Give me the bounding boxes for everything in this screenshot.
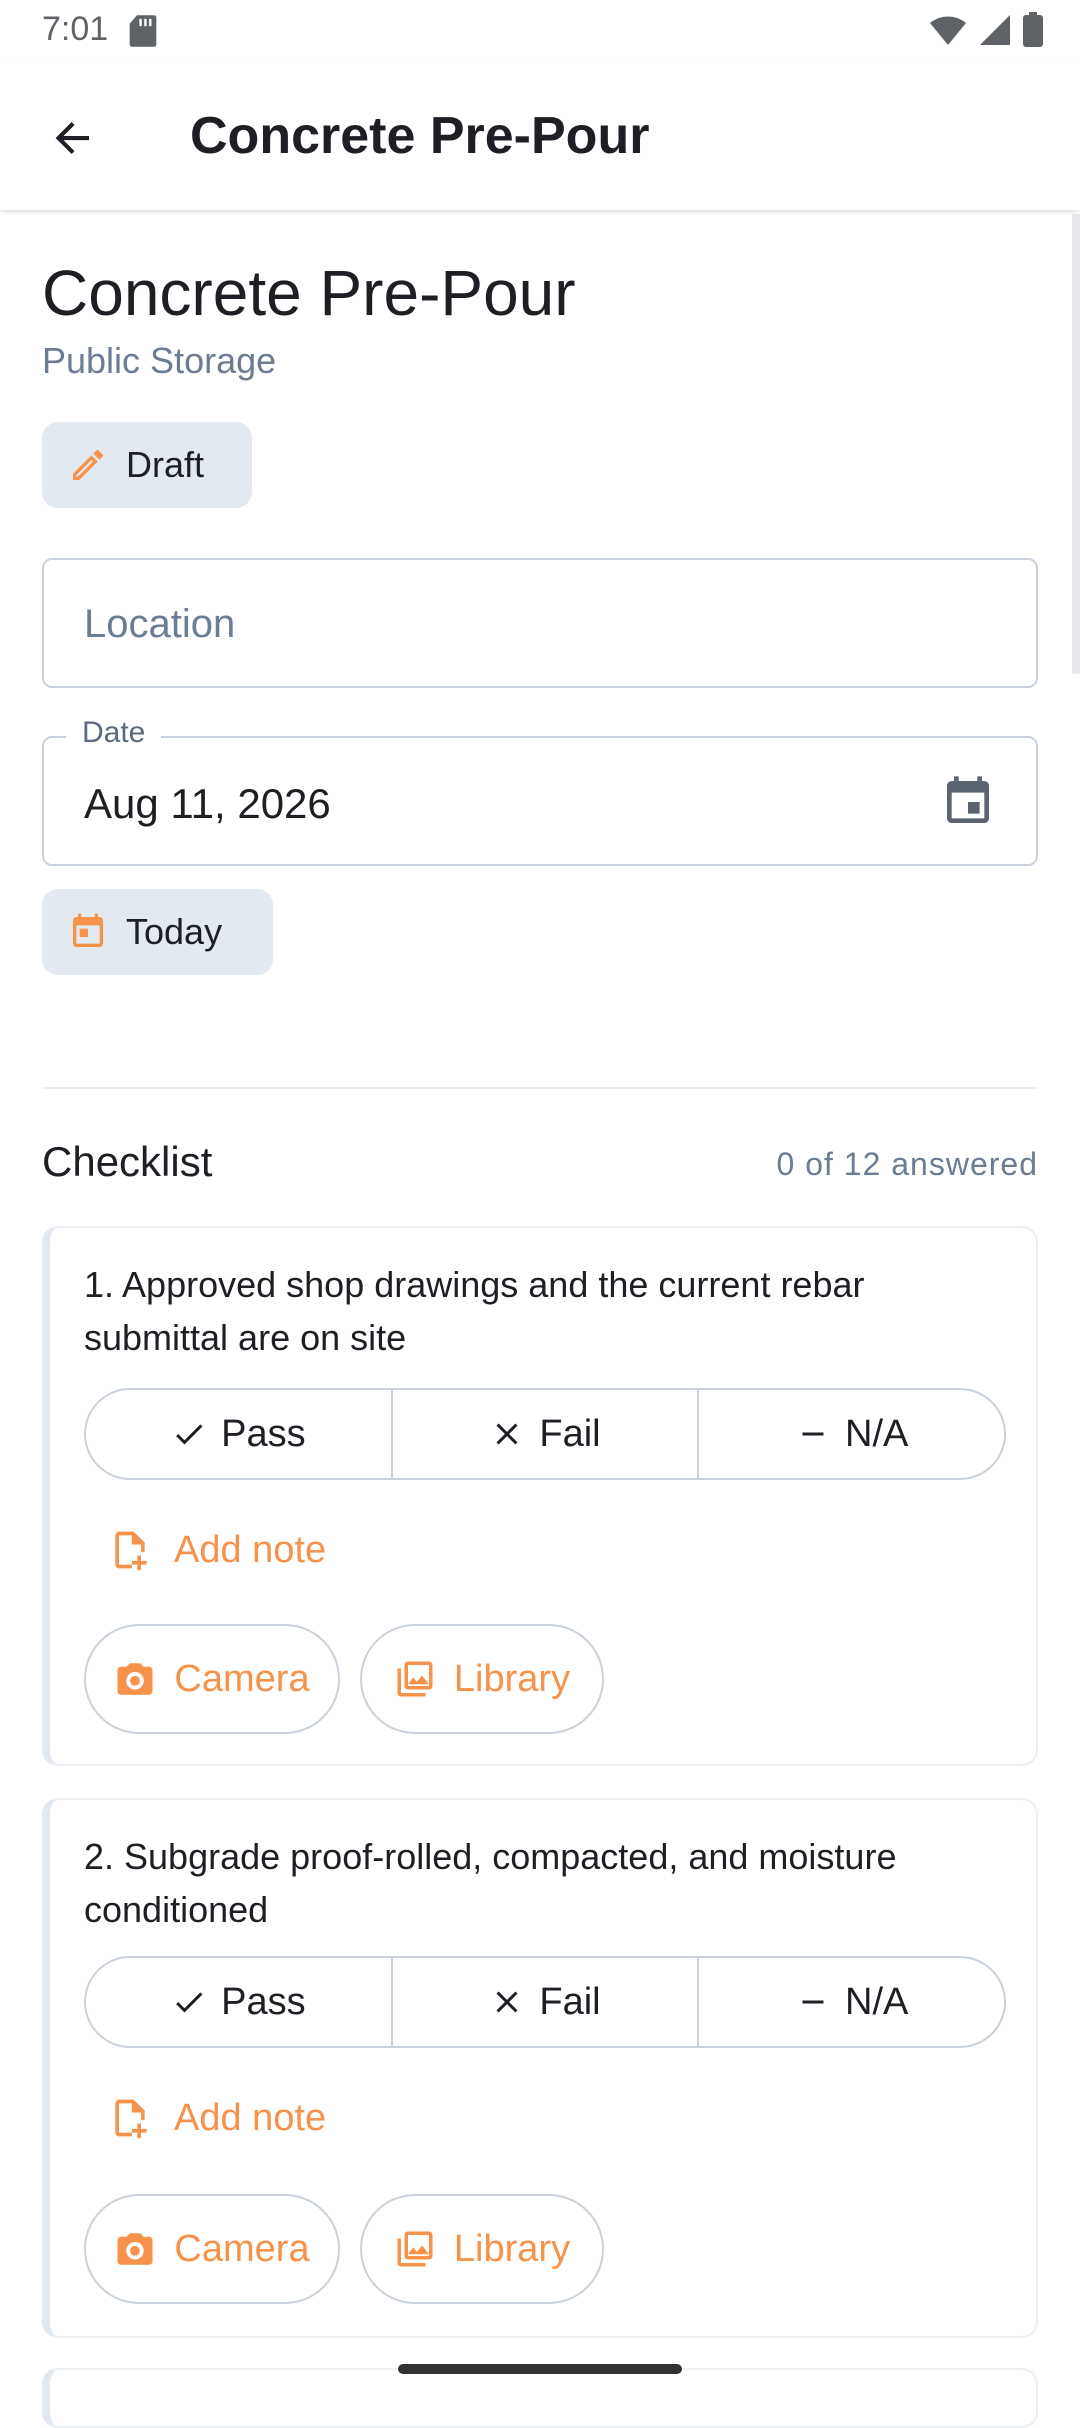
checklist-progress: 0 of 12 answered bbox=[776, 1146, 1038, 1182]
battery-icon bbox=[1023, 12, 1043, 47]
status-badge[interactable]: Draft bbox=[42, 422, 252, 508]
pass-button[interactable]: Pass bbox=[86, 1390, 393, 1478]
library-button[interactable]: Library bbox=[360, 2194, 604, 2304]
checklist-item: 2. Subgrade proof-rolled, compacted, and… bbox=[42, 1798, 1038, 2338]
app-bar-title: Concrete Pre-Pour bbox=[190, 107, 650, 165]
today-button-label: Today bbox=[126, 911, 223, 952]
answer-toggle-group: Pass Fail N/A bbox=[84, 1956, 1006, 2048]
checklist-question: 2. Subgrade proof-rolled, compacted, and… bbox=[84, 1836, 897, 1930]
na-button[interactable]: N/A bbox=[699, 1390, 1004, 1478]
location-placeholder: Location bbox=[84, 602, 236, 646]
page-title: Concrete Pre-Pour bbox=[42, 257, 576, 329]
checklist-question: 1. Approved shop drawings and the curren… bbox=[84, 1264, 865, 1358]
today-button[interactable]: Today bbox=[42, 889, 273, 975]
status-badge-label: Draft bbox=[126, 444, 205, 485]
fail-button[interactable]: Fail bbox=[393, 1958, 700, 2046]
status-time: 7:01 bbox=[42, 10, 109, 48]
camera-label: Camera bbox=[174, 2227, 310, 2270]
app-bar: Concrete Pre-Pour bbox=[0, 64, 1080, 210]
date-value: Aug 11, 2026 bbox=[84, 780, 331, 827]
checklist-title: Checklist bbox=[42, 1138, 213, 1185]
date-label: Date bbox=[66, 716, 162, 750]
project-name: Public Storage bbox=[42, 340, 277, 381]
fail-label: Fail bbox=[539, 1412, 601, 1455]
back-button[interactable] bbox=[40, 105, 106, 171]
minus-icon bbox=[802, 1432, 824, 1436]
close-icon bbox=[496, 1423, 518, 1445]
na-label: N/A bbox=[845, 1412, 909, 1455]
pass-label: Pass bbox=[221, 1980, 306, 2023]
add-note-label: Add note bbox=[174, 1528, 327, 1571]
check-icon bbox=[176, 1992, 203, 2013]
library-label: Library bbox=[453, 2227, 571, 2270]
pencil-icon bbox=[73, 449, 104, 480]
answer-toggle-group: Pass Fail N/A bbox=[84, 1388, 1006, 1480]
camera-icon bbox=[117, 1663, 153, 1695]
camera-label: Camera bbox=[174, 1657, 310, 1700]
camera-button[interactable]: Camera bbox=[84, 1624, 340, 1734]
sd-card-icon bbox=[129, 15, 157, 47]
note-add-icon bbox=[115, 1531, 147, 1571]
wifi-icon bbox=[930, 16, 966, 45]
note-add-icon bbox=[115, 2099, 147, 2139]
date-field[interactable]: Date Aug 11, 2026 bbox=[42, 716, 1038, 866]
scroll-indicator[interactable] bbox=[1072, 214, 1080, 674]
fail-button[interactable]: Fail bbox=[393, 1390, 700, 1478]
home-indicator[interactable] bbox=[398, 2364, 682, 2374]
pass-button[interactable]: Pass bbox=[86, 1958, 393, 2046]
section-divider bbox=[42, 1087, 1038, 1089]
checklist-item-peek bbox=[42, 2368, 1038, 2428]
calendar-picker-button[interactable] bbox=[940, 774, 996, 830]
photo-library-icon bbox=[397, 1661, 433, 1697]
minus-icon bbox=[802, 2000, 824, 2004]
camera-button[interactable]: Camera bbox=[84, 2194, 340, 2304]
check-icon bbox=[176, 1424, 203, 1445]
add-note-button[interactable]: Add note bbox=[108, 1528, 326, 1572]
photo-library-icon bbox=[397, 2231, 433, 2267]
na-label: N/A bbox=[845, 1980, 909, 2023]
status-bar: 7:01 bbox=[0, 0, 1080, 64]
location-field[interactable]: Location bbox=[42, 558, 1038, 688]
add-note-label: Add note bbox=[174, 2096, 327, 2139]
library-button[interactable]: Library bbox=[360, 1624, 604, 1734]
calendar-today-icon bbox=[73, 913, 103, 947]
pass-label: Pass bbox=[221, 1412, 306, 1455]
fail-label: Fail bbox=[539, 1980, 601, 2023]
calendar-icon bbox=[947, 776, 989, 823]
signal-icon bbox=[980, 15, 1010, 45]
checklist-item: 1. Approved shop drawings and the curren… bbox=[42, 1226, 1038, 1766]
arrow-back-icon bbox=[55, 122, 89, 154]
add-note-button[interactable]: Add note bbox=[108, 2096, 326, 2140]
camera-icon bbox=[117, 2233, 153, 2265]
close-icon bbox=[496, 1991, 518, 2013]
library-label: Library bbox=[453, 1657, 571, 1700]
na-button[interactable]: N/A bbox=[699, 1958, 1004, 2046]
